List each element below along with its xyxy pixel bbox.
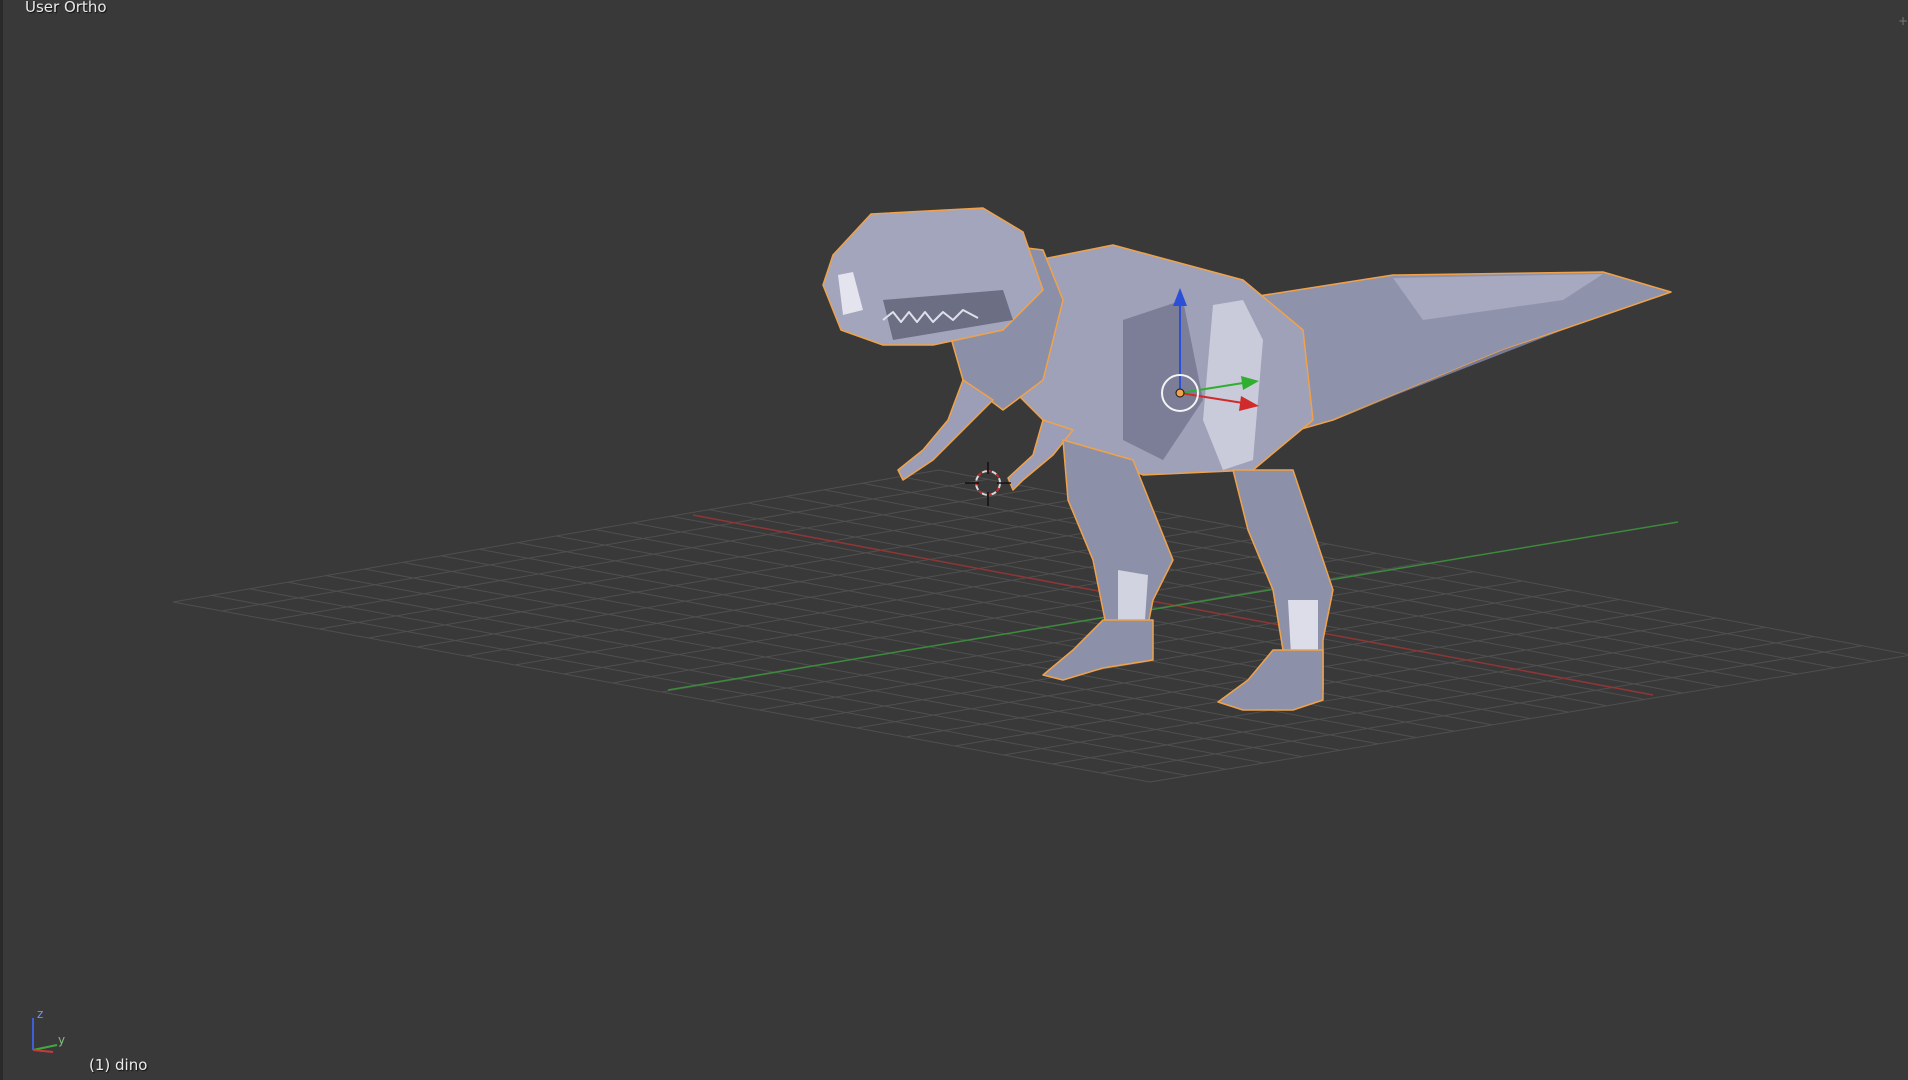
dino-mesh[interactable]	[822, 207, 1672, 711]
axis-gizmo-y-label: y	[58, 1033, 65, 1047]
view-label: User Ortho	[25, 0, 107, 16]
object-info-label: (1) dino	[89, 1056, 148, 1074]
grid-line	[1052, 636, 1814, 765]
3d-viewport[interactable]: z y User Ortho (1) dino +	[0, 0, 1908, 1080]
floor-grid	[172, 469, 1908, 783]
object-origin-icon	[1175, 388, 1185, 398]
grid-line	[862, 482, 1835, 669]
grid-line	[900, 476, 1874, 662]
axis-gizmo-icon: z y	[32, 1007, 65, 1053]
viewport-scene[interactable]: z y	[3, 0, 1908, 1080]
axis-gizmo-z-label: z	[37, 1007, 43, 1021]
region-toggle-icon[interactable]: +	[1898, 10, 1908, 32]
grid-line	[1101, 645, 1863, 774]
